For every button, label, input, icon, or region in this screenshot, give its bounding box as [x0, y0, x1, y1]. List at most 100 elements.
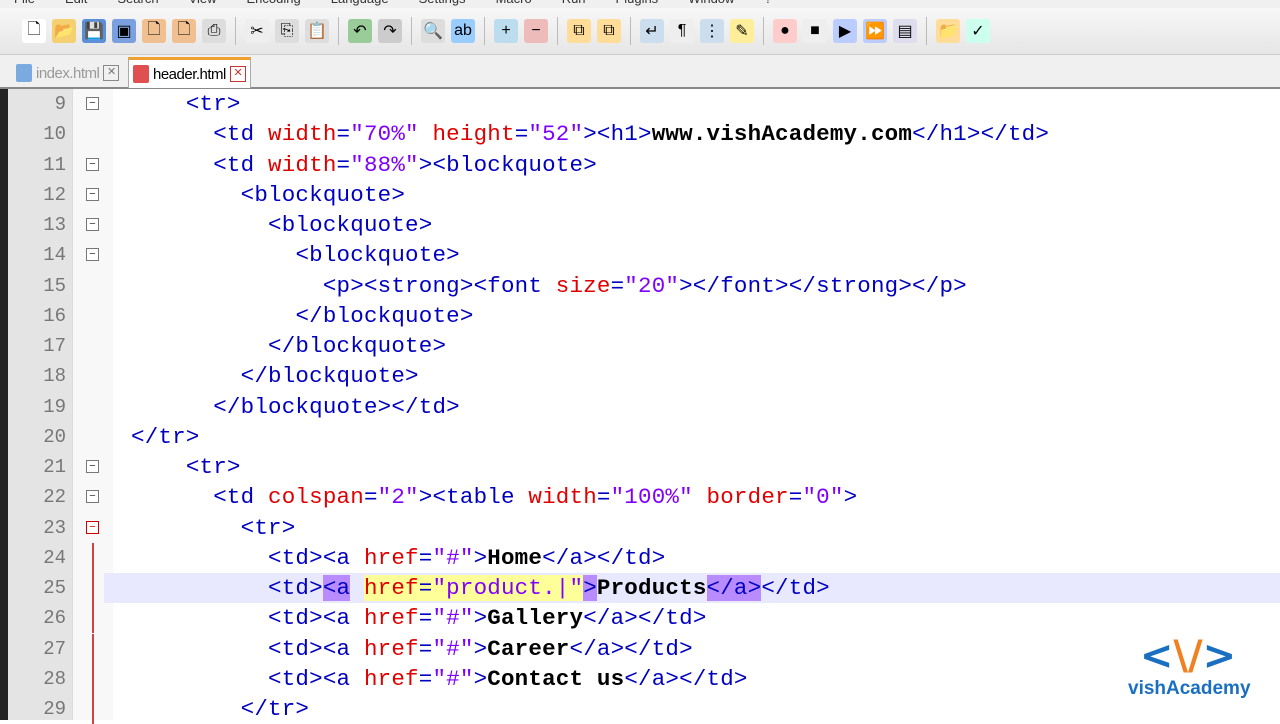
code-text: <tr>: [131, 89, 241, 119]
cut-icon[interactable]: ✂: [245, 19, 269, 43]
run-macro-multiple-icon[interactable]: ⏩: [863, 19, 887, 43]
token-ws: [131, 333, 268, 359]
save-all-icon[interactable]: ▣: [112, 19, 136, 43]
record-macro-icon[interactable]: ●: [773, 19, 797, 43]
fold-toggle-icon[interactable]: −: [86, 460, 99, 473]
code-line[interactable]: 24 <td><a href="#">Home</a></td>: [8, 542, 1280, 573]
indent-guide-icon[interactable]: ⋮: [700, 19, 724, 43]
open-file-icon[interactable]: 📂: [52, 19, 76, 43]
code-line[interactable]: 12 − <blockquote>: [8, 180, 1280, 210]
code-line[interactable]: 26 <td><a href="#">Gallery</a></td>: [8, 603, 1280, 634]
token-text: www.vishAcademy.com: [651, 121, 913, 148]
code-line[interactable]: 27 <td><a href="#">Career</a></td>: [8, 633, 1280, 664]
close-icon[interactable]: 🗋: [142, 19, 166, 43]
code-text: <td><a href="#">Career</a></td>: [131, 634, 693, 664]
undo-icon[interactable]: ↶: [348, 19, 372, 43]
token-val: "#": [432, 635, 474, 662]
menu-Run[interactable]: Run: [562, 0, 586, 8]
menu-View[interactable]: View: [189, 0, 217, 8]
zoom-in-icon[interactable]: +: [494, 19, 518, 43]
token-tag: </blockquote>: [295, 302, 474, 329]
new-file-icon[interactable]: 🗋: [22, 19, 46, 43]
menu-Macro[interactable]: Macro: [496, 0, 532, 8]
find-icon[interactable]: 🔍: [421, 19, 445, 43]
copy-icon[interactable]: ⎘: [275, 19, 299, 43]
token-ws: [131, 454, 186, 480]
code-line[interactable]: 20 </tr>: [8, 422, 1280, 452]
stop-macro-icon[interactable]: ■: [803, 19, 827, 43]
token-ws: [131, 303, 295, 329]
line-number: 9: [54, 93, 66, 115]
code-line[interactable]: 17 </blockquote>: [8, 331, 1280, 361]
toolbar-separator: [926, 17, 927, 45]
token-tag: =: [418, 665, 433, 692]
code-line[interactable]: 11 − <td width="88%"><blockquote>: [8, 150, 1280, 180]
code-line[interactable]: 18 </blockquote>: [8, 361, 1280, 391]
close-tab-icon[interactable]: ✕: [103, 65, 120, 81]
menu-Encoding[interactable]: Encoding: [247, 0, 301, 8]
token-tag: <blockquote>: [268, 212, 433, 238]
folder-icon[interactable]: 📁: [936, 19, 960, 43]
token-text: Career: [487, 635, 570, 662]
fold-toggle-icon[interactable]: −: [86, 157, 99, 171]
show-all-chars-icon[interactable]: ¶: [670, 19, 694, 43]
code-line[interactable]: 13 − <blockquote>: [8, 210, 1280, 240]
code-line[interactable]: 19 </blockquote></td>: [8, 392, 1280, 422]
fold-toggle-icon[interactable]: −: [86, 97, 99, 110]
menu-Plugins[interactable]: Plugins: [616, 0, 659, 8]
code-line[interactable]: 9 − <tr>: [8, 89, 1280, 119]
code-text: <tr>: [131, 513, 296, 543]
code-editor[interactable]: 9− <tr> 10 <td width="70%" height="52"><h…: [0, 89, 1280, 724]
token-tag: =: [418, 575, 433, 601]
code-line[interactable]: 10 <td width="70%" height="52"><h1>www.v…: [8, 119, 1280, 149]
redo-icon[interactable]: ↷: [378, 19, 402, 43]
code-line[interactable]: 15 <p><strong><font size="20"></font></s…: [8, 271, 1280, 301]
menu-Window[interactable]: Window: [688, 0, 734, 8]
replace-icon[interactable]: ab: [451, 19, 475, 43]
code-line[interactable]: 21 − <tr>: [8, 452, 1280, 482]
code-line[interactable]: 22− <td colspan="2"><table width="100%" …: [8, 482, 1280, 512]
save-icon[interactable]: 💾: [82, 19, 106, 43]
fold-toggle-icon[interactable]: −: [86, 248, 99, 262]
fold-toggle-icon[interactable]: −: [86, 218, 99, 231]
token-tag: =: [610, 272, 625, 299]
code-line[interactable]: 16 </blockquote>: [8, 301, 1280, 331]
fold-toggle-icon[interactable]: −: [86, 490, 99, 504]
token-tag: <a: [322, 575, 351, 601]
word-wrap-icon[interactable]: ↵: [640, 19, 664, 43]
close-tab-icon[interactable]: ✕: [229, 66, 246, 82]
code-line[interactable]: 28 <td><a href="#">Contact us</a></td>: [8, 663, 1280, 694]
token-tag: =: [336, 151, 351, 178]
sync-vertical-icon[interactable]: ⧉: [567, 19, 591, 43]
menu-Language[interactable]: Language: [331, 0, 389, 8]
menu-Edit[interactable]: Edit: [65, 0, 87, 8]
code-text: </blockquote>: [131, 331, 446, 361]
zoom-out-icon[interactable]: −: [524, 19, 548, 43]
token-attr: height: [432, 121, 515, 148]
close-all-icon[interactable]: 🗋: [172, 19, 196, 43]
fold-toggle-icon[interactable]: −: [86, 520, 99, 534]
paste-icon[interactable]: 📋: [305, 19, 329, 43]
tab-index-html[interactable]: index.html ✕: [12, 60, 123, 86]
user-lang-icon[interactable]: ✎: [730, 19, 754, 43]
menu-Settings[interactable]: Settings: [419, 0, 466, 8]
token-tag: </blockquote>: [240, 363, 419, 390]
menu-Search[interactable]: Search: [117, 0, 158, 8]
token-tag: </tr>: [131, 423, 200, 450]
sync-horizontal-icon[interactable]: ⧉: [597, 19, 621, 43]
tab-header-html[interactable]: header.html ✕: [128, 57, 251, 88]
line-number: 24: [43, 546, 66, 569]
code-line[interactable]: 23 − <tr>: [8, 513, 1280, 543]
play-macro-icon[interactable]: ▶: [833, 19, 857, 43]
menu-File[interactable]: File: [14, 0, 35, 8]
token-tag: </blockquote></td>: [213, 393, 460, 420]
save-macro-icon[interactable]: ▤: [893, 19, 917, 43]
fold-toggle-icon[interactable]: −: [86, 187, 99, 201]
toolbar-separator: [763, 17, 764, 45]
code-line[interactable]: 14 − <blockquote>: [8, 240, 1280, 270]
code-line[interactable]: 25 <td><a href="product.|">Products</a><…: [8, 573, 1280, 603]
line-number: 12: [43, 183, 66, 206]
print-icon[interactable]: ⎙: [202, 19, 226, 43]
menu-[interactable]: ?: [764, 0, 771, 8]
spellcheck-icon[interactable]: ✓: [966, 19, 990, 43]
